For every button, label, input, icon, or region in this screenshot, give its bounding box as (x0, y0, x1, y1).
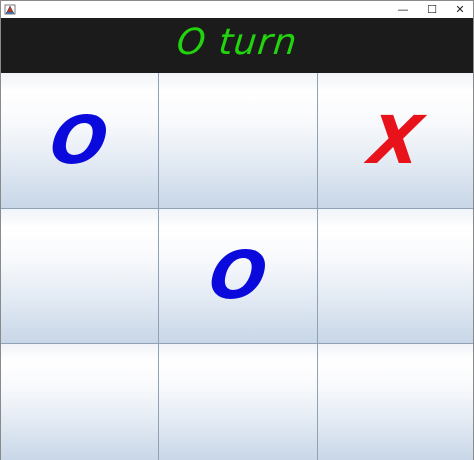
board-cell-7[interactable] (1, 344, 159, 460)
cell-5-mark: O (204, 237, 272, 314)
board-cell-1[interactable]: O (1, 73, 159, 209)
board-cell-8[interactable] (159, 344, 318, 460)
board-cell-3[interactable]: X (318, 73, 473, 209)
title-bar[interactable]: — ☐ ✕ (1, 1, 473, 18)
board-cell-9[interactable] (318, 344, 473, 460)
game-window: — ☐ ✕ O turn O X O (0, 0, 474, 460)
board-cell-4[interactable] (1, 209, 159, 344)
cell-3-mark: X (364, 101, 427, 179)
turn-status-label: O turn (174, 22, 300, 63)
game-board: O X O (1, 73, 473, 460)
minimize-button[interactable]: — (389, 1, 417, 18)
java-app-icon (4, 4, 16, 15)
maximize-button[interactable]: ☐ (418, 1, 446, 18)
turn-header: O turn (1, 18, 473, 73)
board-cell-2[interactable] (159, 73, 318, 209)
close-button[interactable]: ✕ (446, 1, 474, 18)
board-cell-6[interactable] (318, 209, 473, 344)
board-cell-5[interactable]: O (159, 209, 318, 344)
cell-1-mark: O (46, 101, 114, 179)
